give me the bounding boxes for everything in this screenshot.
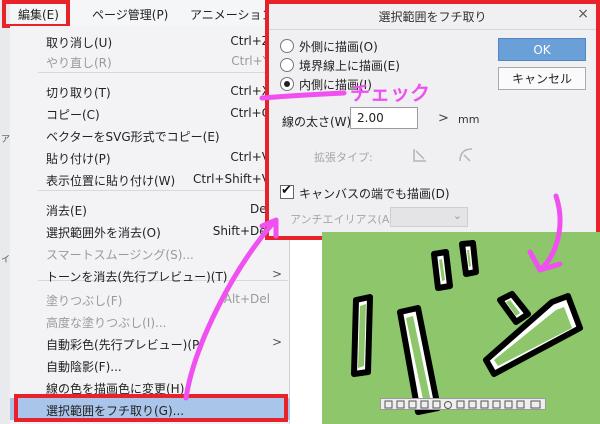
annotation-arrow-line bbox=[183, 219, 277, 401]
annotation-arrow2-line bbox=[537, 193, 563, 273]
annotation-overlay: チェック bbox=[183, 81, 563, 401]
annotation-check-text: チェック bbox=[350, 81, 430, 105]
annotation-underline bbox=[259, 90, 347, 101]
